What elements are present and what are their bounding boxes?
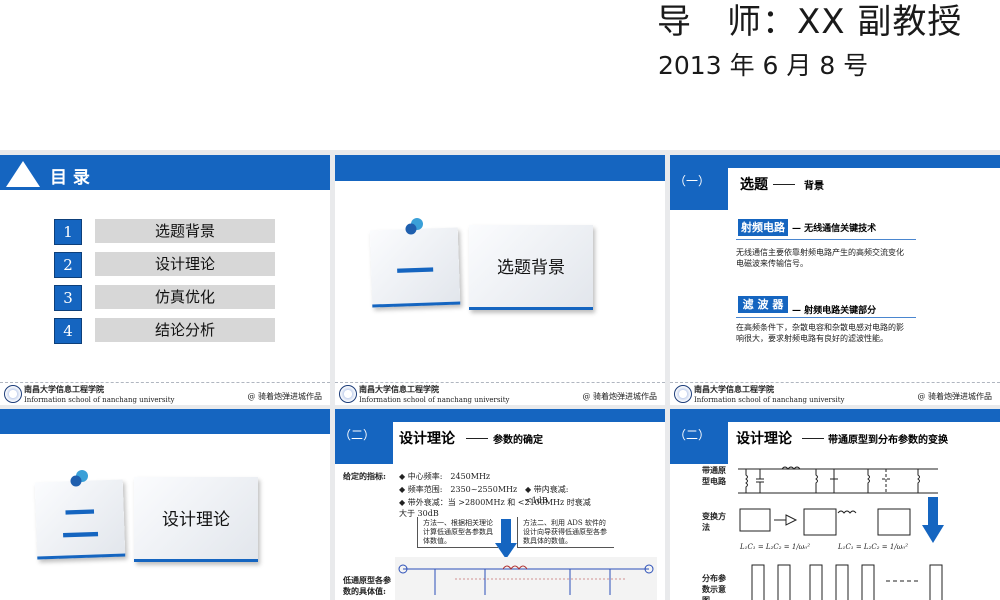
section-mark: （一） [674, 174, 711, 188]
university-logo-icon [339, 385, 357, 403]
slide-transform[interactable]: （二） 设计理论 带通原型到分布参数的变换 带通原型电路 变换方法 L₁C₁ =… [670, 409, 1000, 600]
label-distributed: 分布参数示意图 [702, 573, 726, 600]
university-name-en: Information school of nanchang universit… [24, 396, 175, 404]
section-title: 设计理论 [162, 510, 230, 530]
ads-schematic [395, 557, 657, 600]
toc-item-1[interactable]: 选题背景 [95, 219, 275, 243]
chip-rf-circuit: 射频电路 [738, 219, 788, 236]
spec-outband-text: 带外衰减：当 >2800MHz 和 <2100MHz 时衰减大于 30dB [399, 498, 591, 518]
slide-title: 目 录 [50, 168, 90, 188]
toc-number-2: 2 [54, 252, 82, 278]
slide-header-bar [0, 409, 330, 434]
slide-section-2[interactable]: 二 设计理论 [0, 409, 330, 600]
credit-text: @ 骑着炮弹进城作品 [917, 392, 992, 401]
slide-header-bar [335, 155, 665, 181]
credit-text: @ 骑着炮弹进城作品 [247, 392, 322, 401]
toc-item-4[interactable]: 结论分析 [95, 318, 275, 342]
section-number-card: 一 [369, 227, 461, 308]
slide-subtitle: 带通原型到分布参数的变换 [828, 435, 948, 446]
slide-title: 选题 [740, 177, 768, 193]
section-number-card: 二 [34, 479, 126, 560]
toc-item-2[interactable]: 设计理论 [95, 252, 275, 276]
slide-params[interactable]: （二） 设计理论 参数的确定 给定的指标: ◆ 中心频率: 2450MHz ◆ … [335, 409, 665, 600]
title-separator [466, 438, 488, 439]
chip-filter-note: — 射频电路关键部分 [792, 306, 877, 316]
lowpass-label: 低通原型各参数的具体值: [343, 575, 391, 596]
transform-method-diagram [739, 508, 911, 536]
section-mark: （二） [339, 428, 376, 442]
bandpass-circuit [738, 466, 938, 494]
slide-footer: 南昌大学信息工程学院 Information school of nanchan… [335, 382, 665, 405]
label-bandpass: 带通原型电路 [702, 465, 726, 486]
slide-background[interactable]: （一） 选题 背景 射频电路 — 无线通信关键技术 无线通信主要依靠射频电路产生… [670, 155, 1000, 405]
slide-subtitle: 参数的确定 [493, 435, 543, 446]
method-2-bracket [517, 517, 614, 548]
spec-freq-range: ◆ 频率范围: 2350~2550MHz [399, 485, 518, 494]
down-arrow-icon [922, 497, 944, 543]
pushpin-icon [70, 470, 88, 487]
paragraph-filter: 在高频条件下，杂散电容和杂散电感对电路的影响很大，要求射频电路有良好的滤波性能。 [736, 323, 904, 343]
section-mark: （二） [674, 428, 711, 442]
paragraph-rf: 无线通信主要依靠射频电路产生的高频交流变化电磁波来传输信号。 [736, 248, 904, 268]
section-number: 一 [395, 249, 435, 295]
slide-title: 设计理论 [399, 431, 455, 447]
chip-filter-note-text: 射频电路关键部分 [804, 306, 877, 316]
formula-2: L₁C₁ = L₂C₂ = 1/ω₀² [838, 543, 908, 551]
university-name-en: Information school of nanchang universit… [694, 396, 845, 404]
spec-outband: ◆ 带外衰减：当 >2800MHz 和 <2100MHz 时衰减大于 30dB [399, 498, 591, 518]
university-name-cn: 南昌大学信息工程学院 [359, 384, 439, 394]
title-separator [773, 184, 795, 185]
spec-center-freq: ◆ 中心频率: 2450MHz [399, 472, 491, 481]
slide-subtitle: 背景 [804, 181, 824, 192]
title-separator [802, 438, 824, 439]
university-logo-icon [674, 385, 692, 403]
university-name-en: Information school of nanchang universit… [359, 396, 510, 404]
slide-title: 设计理论 [736, 431, 792, 447]
toc-item-3[interactable]: 仿真优化 [95, 285, 275, 309]
chip-rf-note: — 无线通信关键技术 [792, 224, 877, 234]
advisor-line: 导 师：XX 副教授 [657, 2, 963, 42]
label-method: 变换方法 [702, 511, 726, 532]
section-number: 二 [60, 501, 100, 547]
university-name-cn: 南昌大学信息工程学院 [24, 384, 104, 394]
divider [736, 239, 916, 240]
slide-toc[interactable]: 目 录 1 选题背景 2 设计理论 3 仿真优化 4 结论分析 南昌大学信息工程… [0, 155, 330, 405]
section-title-card: 选题背景 [469, 225, 593, 310]
toc-number-4: 4 [54, 318, 82, 344]
toc-number-3: 3 [54, 285, 82, 311]
distributed-params-diagram [751, 564, 943, 600]
date-line: 2013 年 6 月 8 号 [658, 51, 869, 80]
chip-filter: 滤 波 器 [738, 296, 788, 313]
slide-thumbnail-grid: 目 录 1 选题背景 2 设计理论 3 仿真优化 4 结论分析 南昌大学信息工程… [0, 150, 1000, 600]
slide-footer: 南昌大学信息工程学院 Information school of nanchan… [0, 382, 330, 405]
university-logo-icon [4, 385, 22, 403]
divider [736, 317, 916, 318]
university-name-cn: 南昌大学信息工程学院 [694, 384, 774, 394]
slide-footer: 南昌大学信息工程学院 Information school of nanchan… [670, 382, 1000, 405]
down-arrow-icon [495, 519, 517, 559]
spec-center-freq-text: 中心频率: 2450MHz [407, 472, 491, 481]
given-label: 给定的指标: [343, 471, 386, 481]
toc-number-1: 1 [54, 219, 82, 245]
method-1-bracket [417, 517, 498, 548]
formula-1: L₁C₁ = L₂C₂ = 1/ω₀² [740, 543, 810, 551]
chip-rf-note-text: 无线通信关键技术 [804, 224, 877, 234]
slide-section-1[interactable]: 一 选题背景 南昌大学信息工程学院 Information school of … [335, 155, 665, 405]
credit-text: @ 骑着炮弹进城作品 [582, 392, 657, 401]
pushpin-icon [405, 218, 423, 235]
spec-freq-range-text: 频率范围: 2350~2550MHz [407, 485, 518, 494]
section-title: 选题背景 [497, 258, 565, 278]
section-title-card: 设计理论 [134, 477, 258, 562]
